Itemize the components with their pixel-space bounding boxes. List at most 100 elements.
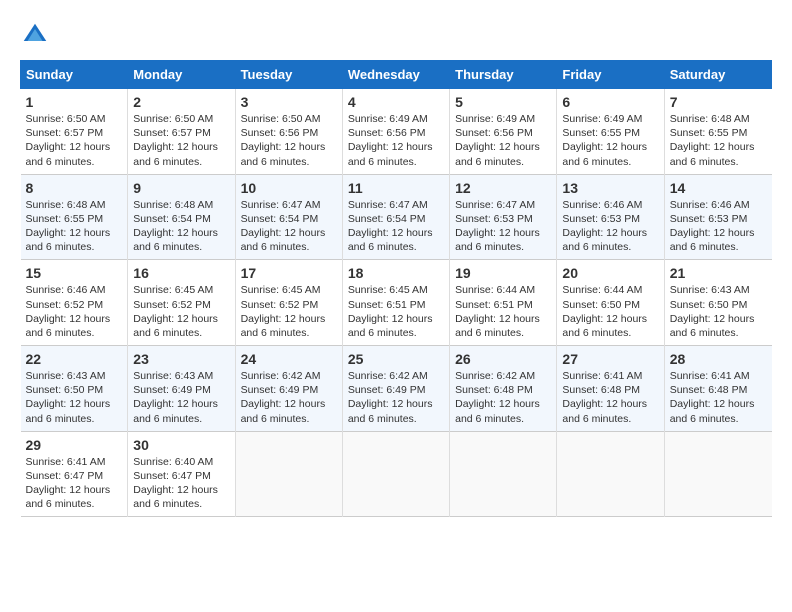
sunrise-label: Sunrise: 6:49 AM xyxy=(562,113,642,125)
calendar-cell: 16 Sunrise: 6:45 AM Sunset: 6:52 PM Dayl… xyxy=(128,260,235,346)
sunrise-label: Sunrise: 6:49 AM xyxy=(455,113,535,125)
day-number: 2 xyxy=(133,94,229,110)
calendar-cell: 19 Sunrise: 6:44 AM Sunset: 6:51 PM Dayl… xyxy=(450,260,557,346)
sunrise-label: Sunrise: 6:45 AM xyxy=(133,284,213,296)
col-monday: Monday xyxy=(128,61,235,89)
sunset-label: Sunset: 6:53 PM xyxy=(562,213,640,225)
daylight-label: Daylight: 12 hours xyxy=(455,313,540,325)
daylight-label: Daylight: 12 hours xyxy=(26,227,111,239)
col-tuesday: Tuesday xyxy=(235,61,342,89)
daylight-continuation: and 6 minutes. xyxy=(26,413,95,425)
day-number: 28 xyxy=(670,351,767,367)
calendar-cell: 1 Sunrise: 6:50 AM Sunset: 6:57 PM Dayli… xyxy=(21,89,128,175)
calendar-cell xyxy=(235,431,342,517)
sunset-label: Sunset: 6:47 PM xyxy=(26,470,104,482)
day-number: 13 xyxy=(562,180,658,196)
daylight-continuation: and 6 minutes. xyxy=(348,327,417,339)
day-number: 1 xyxy=(26,94,123,110)
day-info: Sunrise: 6:48 AM Sunset: 6:54 PM Dayligh… xyxy=(133,198,229,255)
sunrise-label: Sunrise: 6:46 AM xyxy=(670,199,750,211)
daylight-label: Daylight: 12 hours xyxy=(562,313,647,325)
day-number: 22 xyxy=(26,351,123,367)
sunrise-label: Sunrise: 6:48 AM xyxy=(133,199,213,211)
day-info: Sunrise: 6:43 AM Sunset: 6:50 PM Dayligh… xyxy=(670,283,767,340)
calendar-week-row: 15 Sunrise: 6:46 AM Sunset: 6:52 PM Dayl… xyxy=(21,260,772,346)
day-info: Sunrise: 6:40 AM Sunset: 6:47 PM Dayligh… xyxy=(133,455,229,512)
day-info: Sunrise: 6:45 AM Sunset: 6:52 PM Dayligh… xyxy=(241,283,337,340)
daylight-label: Daylight: 12 hours xyxy=(133,313,218,325)
sunset-label: Sunset: 6:57 PM xyxy=(133,127,211,139)
page-header xyxy=(20,20,772,50)
calendar-cell: 20 Sunrise: 6:44 AM Sunset: 6:50 PM Dayl… xyxy=(557,260,664,346)
day-info: Sunrise: 6:49 AM Sunset: 6:56 PM Dayligh… xyxy=(455,112,551,169)
calendar-cell xyxy=(450,431,557,517)
daylight-label: Daylight: 12 hours xyxy=(670,227,755,239)
sunset-label: Sunset: 6:48 PM xyxy=(455,384,533,396)
sunrise-label: Sunrise: 6:47 AM xyxy=(455,199,535,211)
day-number: 25 xyxy=(348,351,444,367)
col-sunday: Sunday xyxy=(21,61,128,89)
calendar-cell: 4 Sunrise: 6:49 AM Sunset: 6:56 PM Dayli… xyxy=(342,89,449,175)
sunset-label: Sunset: 6:49 PM xyxy=(348,384,426,396)
daylight-label: Daylight: 12 hours xyxy=(562,227,647,239)
day-info: Sunrise: 6:43 AM Sunset: 6:49 PM Dayligh… xyxy=(133,369,229,426)
day-number: 10 xyxy=(241,180,337,196)
day-info: Sunrise: 6:42 AM Sunset: 6:49 PM Dayligh… xyxy=(241,369,337,426)
calendar-header-row: Sunday Monday Tuesday Wednesday Thursday… xyxy=(21,61,772,89)
day-number: 20 xyxy=(562,265,658,281)
daylight-label: Daylight: 12 hours xyxy=(348,398,433,410)
day-number: 21 xyxy=(670,265,767,281)
sunrise-label: Sunrise: 6:40 AM xyxy=(133,456,213,468)
daylight-continuation: and 6 minutes. xyxy=(562,327,631,339)
sunset-label: Sunset: 6:54 PM xyxy=(348,213,426,225)
sunrise-label: Sunrise: 6:42 AM xyxy=(348,370,428,382)
day-number: 15 xyxy=(26,265,123,281)
sunrise-label: Sunrise: 6:49 AM xyxy=(348,113,428,125)
daylight-label: Daylight: 12 hours xyxy=(455,398,540,410)
daylight-continuation: and 6 minutes. xyxy=(133,327,202,339)
sunrise-label: Sunrise: 6:50 AM xyxy=(26,113,106,125)
sunset-label: Sunset: 6:52 PM xyxy=(133,299,211,311)
daylight-label: Daylight: 12 hours xyxy=(455,141,540,153)
day-number: 7 xyxy=(670,94,767,110)
day-number: 30 xyxy=(133,437,229,453)
sunset-label: Sunset: 6:52 PM xyxy=(26,299,104,311)
sunrise-label: Sunrise: 6:42 AM xyxy=(455,370,535,382)
daylight-label: Daylight: 12 hours xyxy=(26,313,111,325)
daylight-label: Daylight: 12 hours xyxy=(670,141,755,153)
daylight-label: Daylight: 12 hours xyxy=(133,227,218,239)
day-number: 26 xyxy=(455,351,551,367)
sunrise-label: Sunrise: 6:41 AM xyxy=(26,456,106,468)
logo xyxy=(20,20,54,50)
sunset-label: Sunset: 6:50 PM xyxy=(26,384,104,396)
sunset-label: Sunset: 6:51 PM xyxy=(455,299,533,311)
col-friday: Friday xyxy=(557,61,664,89)
daylight-continuation: and 6 minutes. xyxy=(26,498,95,510)
day-number: 23 xyxy=(133,351,229,367)
sunset-label: Sunset: 6:55 PM xyxy=(26,213,104,225)
day-number: 27 xyxy=(562,351,658,367)
daylight-continuation: and 6 minutes. xyxy=(133,241,202,253)
day-number: 8 xyxy=(26,180,123,196)
daylight-continuation: and 6 minutes. xyxy=(133,498,202,510)
day-info: Sunrise: 6:43 AM Sunset: 6:50 PM Dayligh… xyxy=(26,369,123,426)
day-info: Sunrise: 6:49 AM Sunset: 6:56 PM Dayligh… xyxy=(348,112,444,169)
calendar-cell: 7 Sunrise: 6:48 AM Sunset: 6:55 PM Dayli… xyxy=(664,89,771,175)
sunrise-label: Sunrise: 6:50 AM xyxy=(133,113,213,125)
daylight-label: Daylight: 12 hours xyxy=(26,141,111,153)
sunrise-label: Sunrise: 6:43 AM xyxy=(133,370,213,382)
day-info: Sunrise: 6:50 AM Sunset: 6:56 PM Dayligh… xyxy=(241,112,337,169)
calendar-cell xyxy=(664,431,771,517)
day-number: 16 xyxy=(133,265,229,281)
daylight-continuation: and 6 minutes. xyxy=(455,327,524,339)
sunset-label: Sunset: 6:54 PM xyxy=(133,213,211,225)
daylight-label: Daylight: 12 hours xyxy=(348,313,433,325)
daylight-label: Daylight: 12 hours xyxy=(26,398,111,410)
day-info: Sunrise: 6:48 AM Sunset: 6:55 PM Dayligh… xyxy=(26,198,123,255)
sunset-label: Sunset: 6:49 PM xyxy=(241,384,319,396)
calendar-cell xyxy=(557,431,664,517)
sunset-label: Sunset: 6:57 PM xyxy=(26,127,104,139)
day-info: Sunrise: 6:46 AM Sunset: 6:53 PM Dayligh… xyxy=(562,198,658,255)
sunrise-label: Sunrise: 6:45 AM xyxy=(241,284,321,296)
day-number: 3 xyxy=(241,94,337,110)
